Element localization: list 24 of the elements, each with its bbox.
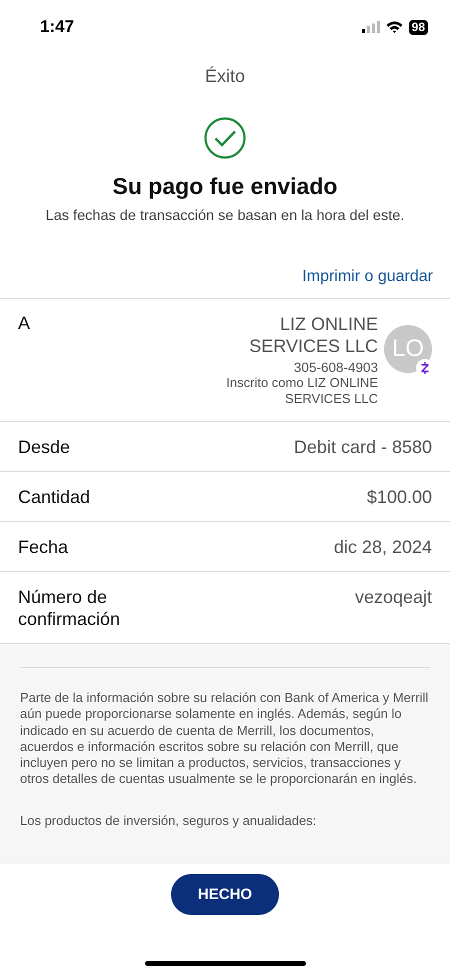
print-save-link[interactable]: Imprimir o guardar	[302, 268, 433, 286]
disclaimer-text: Parte de la información sobre su relación con Bank of America y Merrill aún puede proporcionarse solamente en inglés. Además, según lo indicado en su acuerdo de cuenta de Merrill, los documentos, acuerdos e información escritos sobre su relación con Merrill, que incluyen pero no se limitan a productos, servicios, transacciones y otros detalles de cuentas usualmente se le proporcionarán en inglés.	[20, 690, 430, 788]
done-button[interactable]: HECHO	[171, 874, 279, 916]
enrolled-note: Inscrito como LIZ ONLINE SERVICES LLC	[225, 375, 378, 407]
battery-level: 98	[408, 20, 428, 34]
detail-label: Desde	[18, 436, 70, 458]
timezone-note: Las fechas de transacción se basan en la hora del este.	[44, 208, 406, 224]
disclaimer-text: Los productos de inversión, seguros y anualidades:	[20, 812, 318, 830]
detail-label: A	[18, 313, 30, 335]
detail-value: dic 28, 2024	[334, 536, 432, 558]
wifi-icon	[386, 21, 403, 33]
recipient-phone: 305-608-4903	[294, 360, 378, 375]
detail-value: vezoqeajt	[354, 586, 432, 608]
status-time: 1:47	[40, 17, 74, 37]
recipient-name: LIZ ONLINE SERVICES LLC	[248, 313, 378, 357]
detail-value: $100.00	[366, 486, 432, 508]
signal-icon	[362, 21, 380, 33]
check-circle-icon	[204, 117, 246, 159]
detail-label: Fecha	[18, 536, 68, 558]
detail-label: Cantidad	[18, 486, 90, 508]
detail-value: Debit card - 8580	[294, 436, 432, 458]
detail-label: Número de confirmación	[18, 586, 122, 630]
success-heading: Su pago fue enviado	[112, 173, 338, 200]
screen-title: Éxito	[204, 66, 246, 87]
